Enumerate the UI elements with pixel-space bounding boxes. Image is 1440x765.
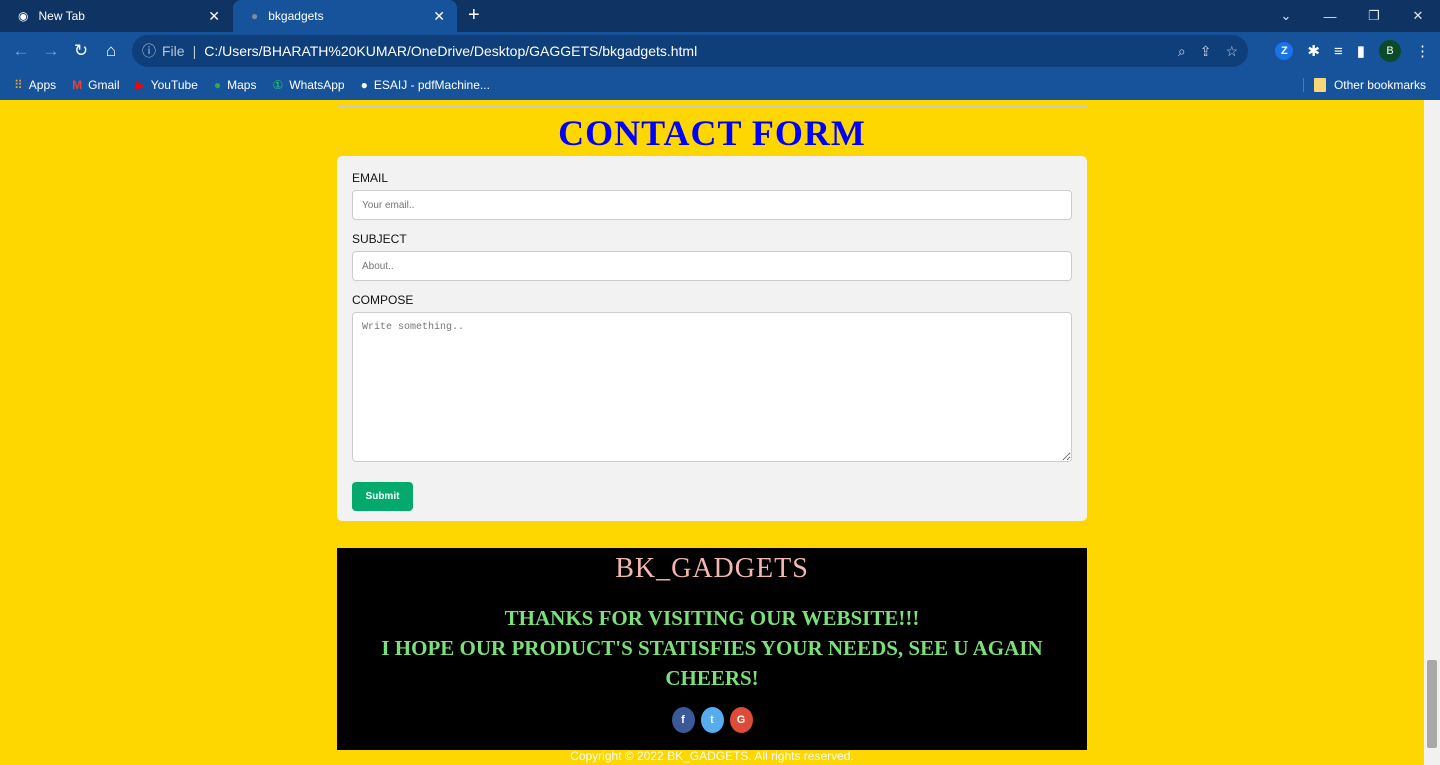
back-button[interactable]: ←	[6, 41, 36, 61]
reload-button[interactable]: ↻	[66, 41, 96, 61]
share-icon[interactable]: ⇪	[1200, 43, 1212, 60]
media-control-icon[interactable]: ≡	[1334, 43, 1343, 60]
bookmark-apps[interactable]: ⠿ Apps	[14, 78, 56, 92]
extensions-puzzle-icon[interactable]: ✱	[1307, 42, 1320, 60]
globe-icon: ●	[360, 78, 368, 92]
divider	[337, 105, 1087, 107]
bookmark-gmail[interactable]: M Gmail	[72, 78, 119, 92]
zoom-icon[interactable]: ⌕	[1178, 43, 1186, 60]
profile-avatar[interactable]: B	[1379, 40, 1401, 62]
side-panel-icon[interactable]: ▮	[1357, 42, 1365, 60]
submit-button[interactable]: Submit	[352, 482, 413, 511]
tab-search-icon[interactable]: ⌄	[1264, 8, 1308, 24]
info-icon[interactable]: ⓘ	[142, 41, 156, 61]
new-tab-button[interactable]: +	[468, 4, 480, 27]
google-icon[interactable]: G	[729, 707, 753, 733]
contact-form: EMAIL SUBJECT COMPOSE Submit	[337, 156, 1087, 521]
subject-label: SUBJECT	[352, 232, 407, 246]
home-button[interactable]: ⌂	[96, 41, 126, 61]
subject-field[interactable]	[352, 251, 1072, 281]
twitter-icon[interactable]: t	[700, 707, 724, 733]
compose-label: COMPOSE	[352, 293, 414, 307]
address-bar[interactable]: ⓘ File | C:/Users/BHARATH%20KUMAR/OneDri…	[132, 35, 1248, 67]
whatsapp-icon: ①	[272, 78, 284, 92]
restore-button[interactable]: ❐	[1352, 8, 1396, 24]
close-window-button[interactable]: ✕	[1396, 8, 1440, 24]
bookmark-esaij[interactable]: ● ESAIJ - pdfMachine...	[361, 78, 490, 92]
email-field[interactable]	[352, 190, 1072, 220]
tab-strip: ◉ New Tab ✕ ● bkgadgets ✕ + ⌄ — ❐ ✕	[0, 0, 1440, 32]
other-bookmarks[interactable]: Other bookmarks	[1302, 78, 1426, 92]
toolbar: ← → ↻ ⌂ ⓘ File | C:/Users/BHARATH%20KUMA…	[0, 32, 1440, 70]
page-title: CONTACT FORM	[558, 113, 866, 153]
footer-brand: BK_GADGETS	[615, 553, 809, 584]
forward-button[interactable]: →	[36, 41, 66, 61]
apps-grid-icon: ⠿	[14, 78, 23, 92]
bookmarks-bar: ⠿ Apps M Gmail ▶ YouTube ● Maps ① WhatsApp ● E…	[0, 70, 1440, 100]
maps-pin-icon: ●	[213, 78, 222, 92]
menu-kebab-icon[interactable]: ⋮	[1415, 42, 1430, 60]
extension-z-icon[interactable]: Z	[1275, 42, 1294, 60]
youtube-icon: ▶	[135, 78, 145, 92]
gmail-icon: M	[72, 78, 83, 92]
url-text[interactable]: C:/Users/BHARATH%20KUMAR/OneDrive/Deskto…	[204, 43, 697, 59]
bookmark-star-icon[interactable]: ☆	[1225, 43, 1238, 60]
tab-new-tab[interactable]: ◉ New Tab ✕	[0, 0, 232, 32]
footer: BK_GADGETS THANKS FOR VISITING OUR WEBSI…	[337, 548, 1087, 763]
copyright: Copyright © 2022 BK_GADGETS. All rights …	[570, 749, 854, 763]
close-tab-icon[interactable]: ✕	[208, 8, 220, 25]
facebook-icon[interactable]: f	[671, 707, 695, 733]
footer-message: THANKS FOR VISITING OUR WEBSITE!!! I HOP…	[381, 606, 1043, 690]
close-tab-icon[interactable]: ✕	[433, 8, 445, 25]
minimize-button[interactable]: —	[1308, 9, 1352, 24]
social-links: f t G	[337, 707, 1087, 733]
compose-textarea[interactable]	[352, 312, 1072, 462]
bookmark-youtube[interactable]: ▶ YouTube	[136, 78, 198, 92]
scrollbar[interactable]	[1424, 100, 1440, 765]
bookmark-whatsapp[interactable]: ① WhatsApp	[272, 78, 344, 92]
tab-bkgadgets[interactable]: ● bkgadgets ✕	[233, 0, 457, 32]
folder-icon	[1313, 78, 1326, 92]
globe-icon: ●	[251, 9, 259, 23]
bookmark-maps[interactable]: ● Maps	[214, 78, 257, 92]
page-content: CONTACT FORM EMAIL SUBJECT COMPOSE Submi…	[0, 100, 1424, 765]
chrome-icon: ◉	[18, 9, 29, 23]
scrollbar-thumb[interactable]	[1427, 660, 1437, 748]
email-label: EMAIL	[352, 171, 389, 185]
